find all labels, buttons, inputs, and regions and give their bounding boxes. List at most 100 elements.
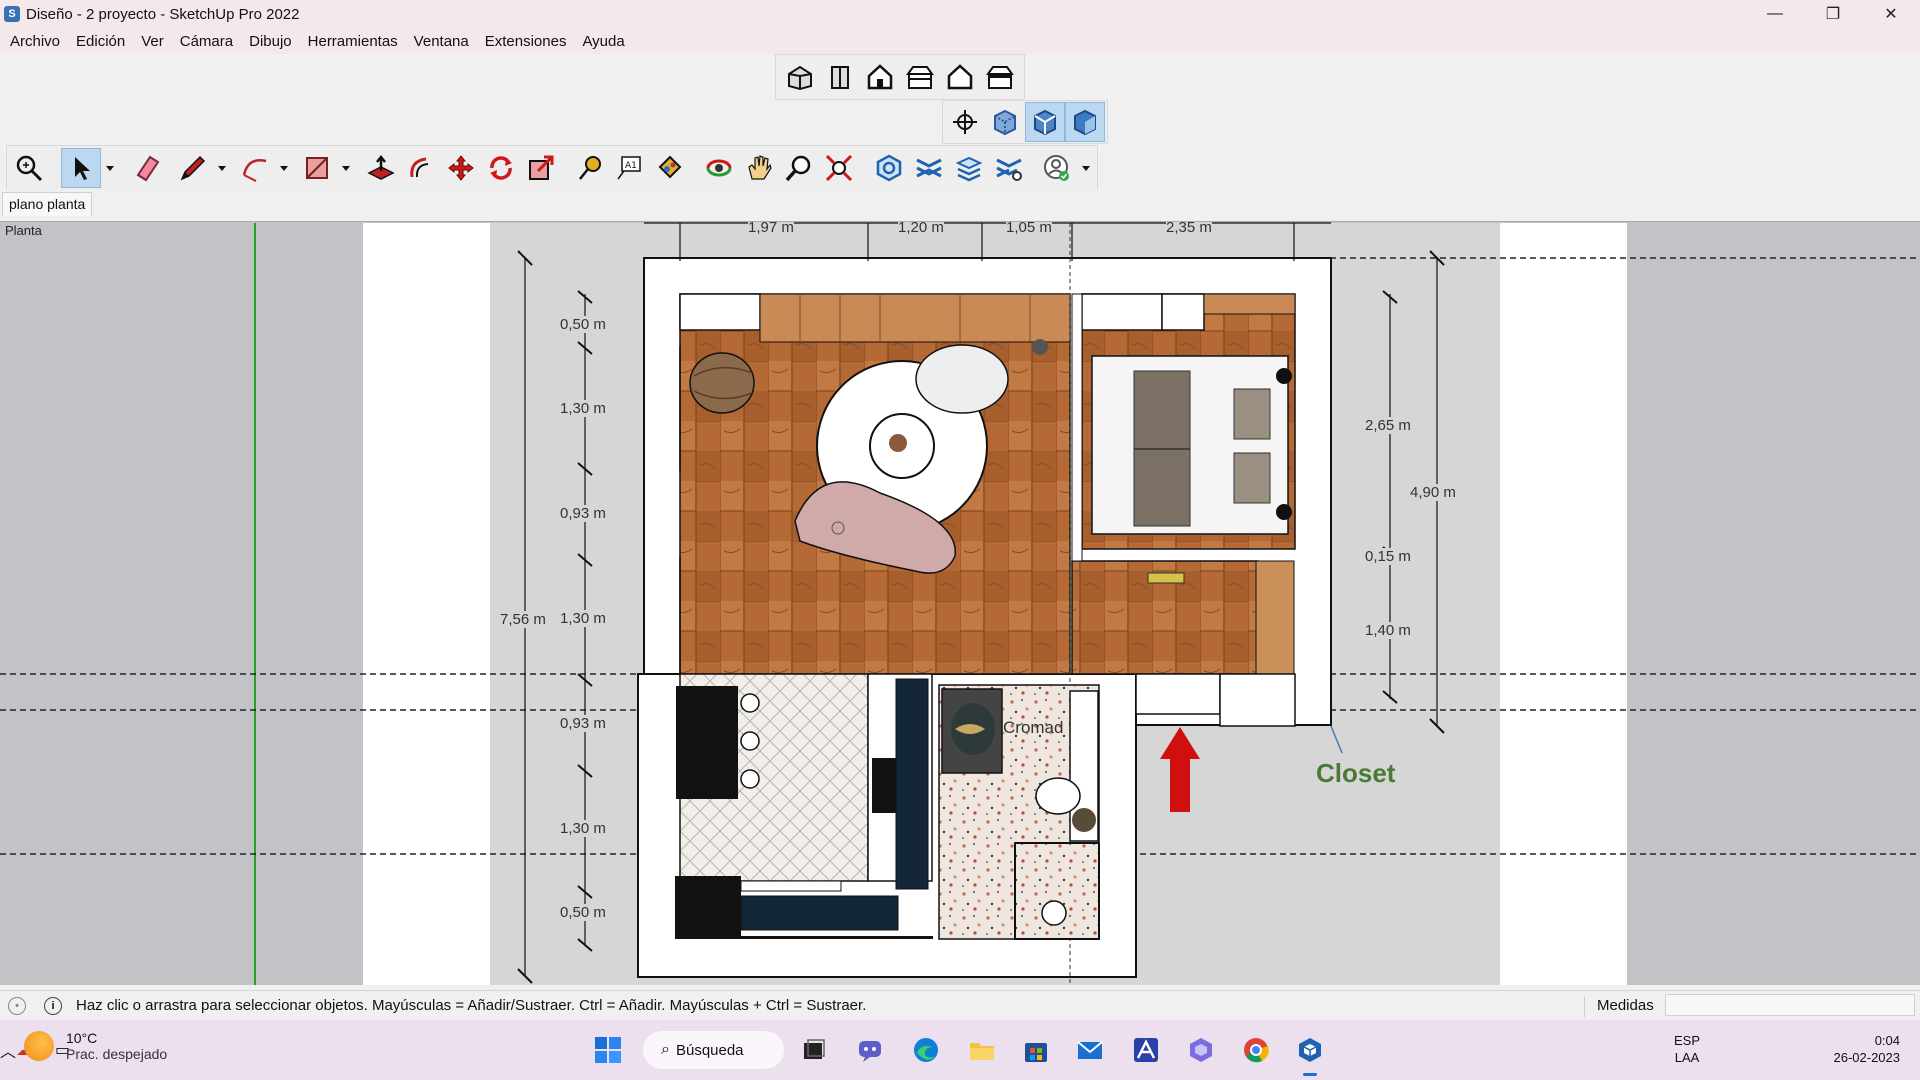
sun-icon [24, 1031, 54, 1061]
menu-archivo[interactable]: Archivo [2, 33, 68, 50]
task-view-icon[interactable] [797, 1033, 831, 1067]
menu-dibujo[interactable]: Dibujo [241, 33, 300, 50]
dim-left-3: 0,93 m [560, 505, 606, 522]
chevron-up-icon[interactable]: ︿ [0, 1038, 16, 1062]
measurements-label: Medidas [1597, 997, 1654, 1014]
back-view-icon[interactable] [940, 57, 980, 97]
dim-right-2: 0,15 m [1365, 548, 1411, 565]
rectangle-dropdown-icon[interactable] [337, 148, 355, 188]
rotate-icon[interactable] [481, 148, 521, 188]
text-icon[interactable]: A1 [609, 148, 649, 188]
chrome-icon[interactable] [1239, 1033, 1273, 1067]
offset-icon[interactable] [401, 148, 441, 188]
rectangle-icon[interactable] [297, 148, 337, 188]
svg-text:A1: A1 [625, 161, 637, 171]
dim-right-1: 2,65 m [1365, 417, 1411, 434]
move-icon[interactable] [441, 148, 481, 188]
dim-top-1: 1,97 m [748, 221, 794, 236]
info-icon[interactable]: i [44, 996, 62, 1015]
scene-tab-plano-planta[interactable]: plano planta [2, 192, 93, 216]
tape-measure-icon[interactable] [569, 148, 609, 188]
wireframe-icon[interactable] [1025, 102, 1065, 142]
menu-edicion[interactable]: Edición [68, 33, 133, 50]
scale-icon[interactable] [521, 148, 561, 188]
geolocation-icon[interactable]: • [8, 996, 26, 1015]
dim-top-3: 1,05 m [1006, 221, 1052, 236]
store-icon[interactable] [1019, 1033, 1053, 1067]
menu-ventana[interactable]: Ventana [406, 33, 477, 50]
xray-icon[interactable] [945, 102, 985, 142]
weather-condition: Prac. despejado [66, 1046, 168, 1062]
menu-camara[interactable]: Cámara [172, 33, 241, 50]
sketchup-icon[interactable]: S [4, 6, 20, 22]
pencil-dropdown-icon[interactable] [213, 148, 231, 188]
weather-widget[interactable]: 10°C Prac. despejado [24, 1030, 167, 1062]
zoom-extents-icon[interactable] [9, 148, 49, 188]
closet-label: Closet [1316, 758, 1396, 788]
account-dropdown-icon[interactable] [1077, 148, 1095, 188]
select-icon[interactable] [61, 148, 101, 188]
measurements-input[interactable] [1665, 994, 1915, 1016]
arc-dropdown-icon[interactable] [275, 148, 293, 188]
section-plane-icon[interactable] [869, 148, 909, 188]
push-pull-icon[interactable] [361, 148, 401, 188]
shaded-icon[interactable] [1065, 102, 1105, 142]
orbit-icon[interactable] [699, 148, 739, 188]
select-dropdown-icon[interactable] [101, 148, 119, 188]
autocad-icon[interactable] [1129, 1033, 1163, 1067]
file-explorer-icon[interactable] [965, 1033, 999, 1067]
search-icon: ⌕ [661, 1041, 670, 1058]
dim-left-2: 1,30 m [560, 400, 606, 417]
zoom-icon[interactable] [779, 148, 819, 188]
menu-herramientas[interactable]: Herramientas [300, 33, 406, 50]
eraser-icon[interactable] [127, 148, 167, 188]
windows-start-icon[interactable] [591, 1033, 625, 1067]
drawing-viewport[interactable]: 1,97 m 1,20 m 1,05 m 2,35 m 0,50 m 1,30 … [0, 221, 1920, 985]
toolbar-area: A1 [0, 54, 1920, 191]
title-bar: S Diseño - 2 proyecto - SketchUp Pro 202… [0, 0, 1920, 28]
taskbar-search[interactable]: ⌕ Búsqueda [643, 1031, 784, 1069]
sketchup-taskbar-icon[interactable] [1293, 1033, 1327, 1076]
close-button[interactable]: ✕ [1862, 0, 1920, 28]
pan-icon[interactable] [739, 148, 779, 188]
left-view-icon[interactable] [980, 57, 1020, 97]
dim-total-left: 7,56 m [500, 611, 546, 628]
right-view-icon[interactable] [900, 57, 940, 97]
dim-top-4: 2,35 m [1166, 221, 1212, 236]
paint-bucket-icon[interactable] [649, 148, 689, 188]
clock-date: 26-02-2023 [1833, 1050, 1901, 1065]
maximize-button[interactable]: ❐ [1804, 0, 1862, 28]
section-display-icon[interactable] [909, 148, 949, 188]
layers-icon[interactable] [949, 148, 989, 188]
dim-left-4: 1,30 m [560, 610, 606, 627]
lang-bottom: LAA [1674, 1050, 1700, 1065]
status-separator [1584, 997, 1585, 1017]
dim-top-2: 1,20 m [898, 221, 944, 236]
menu-ver[interactable]: Ver [133, 33, 172, 50]
dim-left-5: 0,93 m [560, 715, 606, 732]
zoom-window-icon[interactable] [819, 148, 859, 188]
room-label-bath: Cromad [1003, 718, 1064, 737]
front-view-icon[interactable] [860, 57, 900, 97]
arc-icon[interactable] [235, 148, 275, 188]
top-view-icon[interactable] [820, 57, 860, 97]
tags-settings-icon[interactable] [989, 148, 1029, 188]
pencil-line-icon[interactable] [173, 148, 213, 188]
account-icon[interactable] [1037, 148, 1077, 188]
status-bar: • i Haz clic o arrastra para seleccionar… [0, 990, 1920, 1020]
taskbar: 10°C Prac. despejado ⌕ Búsqueda ︿ ☁ ESP … [0, 1020, 1920, 1080]
status-hint: Haz clic o arrastra para seleccionar obj… [76, 997, 867, 1014]
menu-ayuda[interactable]: Ayuda [574, 33, 632, 50]
main-toolbar: A1 [6, 145, 1098, 191]
back-edges-icon[interactable] [985, 102, 1025, 142]
search-label: Búsqueda [675, 1041, 744, 1059]
minimize-button[interactable]: — [1746, 0, 1804, 28]
clock[interactable]: 0:04 26-02-2023 [1820, 1032, 1901, 1066]
iso-view-icon[interactable] [780, 57, 820, 97]
mail-icon[interactable] [1073, 1033, 1107, 1067]
menu-extensiones[interactable]: Extensiones [477, 33, 575, 50]
copilot-icon[interactable] [1184, 1033, 1218, 1067]
edge-icon[interactable] [909, 1033, 943, 1067]
language-indicator[interactable]: ESP LAA [1674, 1032, 1700, 1066]
teams-icon[interactable] [853, 1033, 887, 1067]
